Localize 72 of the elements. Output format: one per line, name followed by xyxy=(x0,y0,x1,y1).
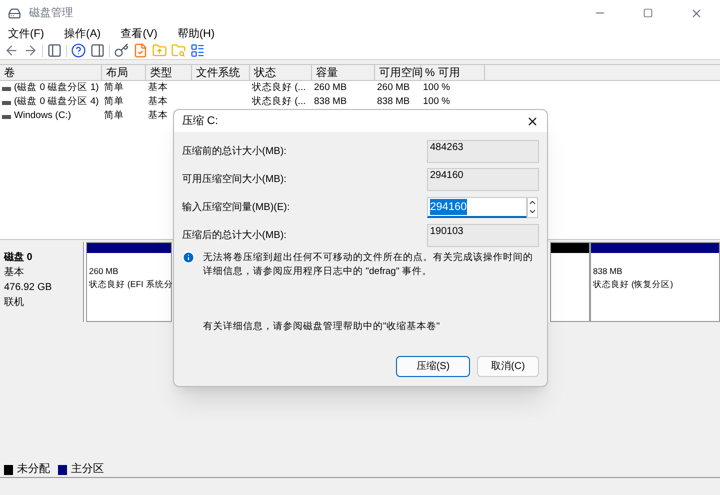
table-cell-text: 100 % xyxy=(423,81,450,96)
table-cell-text: 状态良好 (... xyxy=(252,81,306,96)
table-cell-text: 简单 xyxy=(104,95,124,110)
field-label: 压缩后的总计大小(MB): xyxy=(182,228,288,243)
drive-icon xyxy=(2,86,11,90)
menu-item[interactable]: 文件(F) xyxy=(4,26,48,42)
table-cell-text: 838 MB xyxy=(314,95,347,110)
help-text: 有关详细信息，请参阅磁盘管理帮助中的"收缩基本卷" xyxy=(202,320,441,334)
input-field[interactable]: 294160 xyxy=(427,197,527,218)
spin-button[interactable] xyxy=(527,197,538,218)
close-icon[interactable] xyxy=(526,114,539,128)
disk-status: 联机 xyxy=(4,296,25,310)
column-header[interactable]: 卷 xyxy=(0,65,102,80)
info-message: 无法将卷压缩到超出任何不可移动的文件所在的点。有关完成该操作时间的详细信息，请参阅应用程序日志中的 "defrag" 事件。 xyxy=(203,251,534,279)
help-icon[interactable] xyxy=(71,43,86,58)
drive-icon xyxy=(2,114,11,118)
table-cell-text: 状态良好 (... xyxy=(252,95,306,110)
menu-item[interactable]: 操作(A) xyxy=(60,26,105,42)
dialog-title: 压缩 C: xyxy=(182,114,218,129)
back-icon[interactable] xyxy=(4,43,19,58)
legend-label: 未分配 xyxy=(17,462,50,478)
column-header[interactable]: 可用空间 xyxy=(375,65,421,80)
field-value: 294160 xyxy=(430,198,467,216)
cancel-button[interactable]: 取消(C) xyxy=(477,356,539,377)
readonly-field: 484263 xyxy=(427,140,539,163)
maximize-icon[interactable] xyxy=(643,8,653,18)
column-header[interactable]: 容量 xyxy=(312,65,375,80)
column-header[interactable]: % 可用 xyxy=(421,65,485,80)
table-cell-text: Windows (C:) xyxy=(14,109,72,124)
info-icon xyxy=(182,251,195,264)
table-cell-text: 260 MB xyxy=(314,81,347,96)
table-cell-text: (磁盘 0 磁盘分区 4) xyxy=(14,95,99,110)
window-title: 磁盘管理 xyxy=(29,6,73,21)
table-cell-text: 838 MB xyxy=(377,95,410,110)
partition-size: 260 MB xyxy=(89,265,120,278)
column-header[interactable]: 文件系统 xyxy=(192,65,250,80)
checklist-icon[interactable] xyxy=(133,43,148,58)
legend-label: 主分区 xyxy=(71,462,104,478)
table-cell-text: 基本 xyxy=(148,95,168,110)
panel-icon[interactable] xyxy=(90,43,105,58)
table-cell-text: (磁盘 0 磁盘分区 1) xyxy=(14,81,99,96)
table-cell-text: 基本 xyxy=(148,81,168,96)
field-label: 压缩前的总计大小(MB): xyxy=(182,144,288,159)
readonly-field: 294160 xyxy=(427,168,539,191)
disk-type: 基本 xyxy=(4,266,25,280)
table-cell-text: 简单 xyxy=(104,81,124,96)
shrink-button[interactable]: 压缩(S) xyxy=(396,356,470,377)
partition-status: 状态良好 (恢复分区) xyxy=(593,278,674,290)
partition-size: 838 MB xyxy=(593,265,624,278)
table-cell-text: 基本 xyxy=(148,109,168,124)
disk-size: 476.92 GB xyxy=(4,281,53,295)
panel-icon[interactable] xyxy=(47,43,62,58)
disk-name: 磁盘 0 xyxy=(4,250,34,265)
unallocated-space[interactable] xyxy=(550,242,590,322)
table-cell-text: 100 % xyxy=(423,95,450,110)
forward-icon[interactable] xyxy=(23,43,38,58)
partition-block[interactable]: 838 MB 状态良好 (恢复分区) xyxy=(590,242,720,322)
table-cell-text: 260 MB xyxy=(377,81,410,96)
field-label: 可用压缩空间大小(MB): xyxy=(182,172,288,187)
list-icon[interactable] xyxy=(190,43,205,58)
partition-block[interactable]: 260 MB 状态良好 (EFI 系统分 xyxy=(86,242,172,322)
readonly-field: 190103 xyxy=(427,224,539,247)
column-header[interactable]: 状态 xyxy=(250,65,312,80)
drive-icon xyxy=(2,100,11,104)
menu-item[interactable]: 帮助(H) xyxy=(173,26,219,42)
column-header[interactable]: 布局 xyxy=(102,65,146,80)
column-header[interactable]: 类型 xyxy=(146,65,192,80)
table-cell-text: 简单 xyxy=(104,109,124,124)
partition-header xyxy=(551,243,589,253)
menu-item[interactable]: 查看(V) xyxy=(116,26,162,42)
field-label: 输入压缩空间量(MB)(E): xyxy=(182,200,291,215)
key-icon[interactable] xyxy=(114,43,129,58)
